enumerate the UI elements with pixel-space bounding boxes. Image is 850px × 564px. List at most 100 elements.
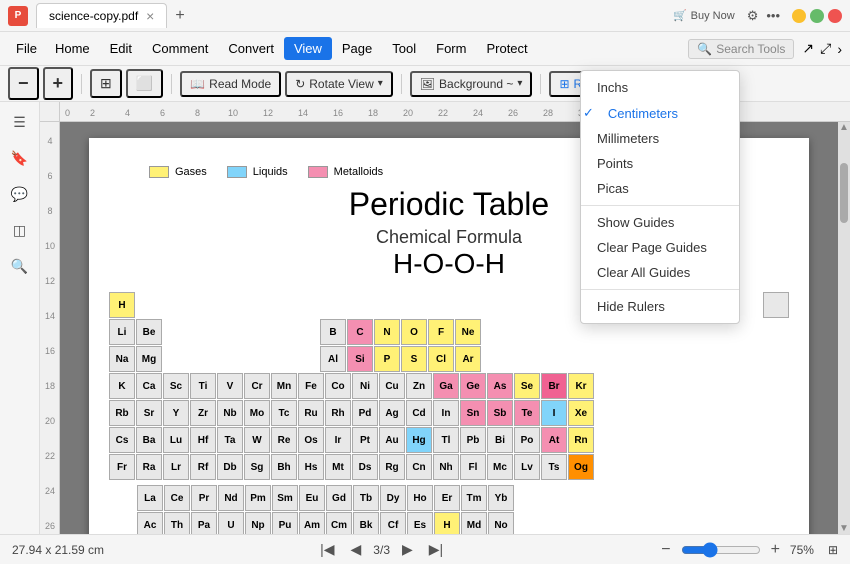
el-sr: Sr (136, 400, 162, 426)
el-fm: H (434, 512, 460, 534)
menu-view[interactable]: View (284, 37, 332, 60)
legend-gases-label: Gases (175, 166, 207, 178)
dd-show-guides[interactable]: Show Guides (581, 210, 739, 235)
fit-page-btn[interactable]: ⊞ (90, 69, 122, 98)
rulers-icon: ⊞ (559, 77, 569, 91)
zoom-out-btn[interactable]: − (8, 67, 39, 100)
zoom-out-status-btn[interactable]: − (659, 541, 672, 559)
scrollbar-vertical[interactable]: ▲ ▼ (838, 122, 850, 534)
legend-gases-color (149, 166, 169, 178)
el-u: U (218, 512, 244, 534)
settings-icon[interactable]: ⚙ (747, 8, 759, 24)
el-lu: Lu (163, 427, 189, 453)
dd-centimeters[interactable]: Centimeters (581, 100, 739, 126)
dd-hide-rulers[interactable]: Hide Rulers (581, 294, 739, 319)
dd-clear-all-guides[interactable]: Clear All Guides (581, 260, 739, 285)
sidebar-bookmark-icon[interactable]: 🔖 (8, 146, 32, 170)
el-w: W (244, 427, 270, 453)
zoom-in-status-btn[interactable]: + (769, 541, 782, 559)
read-mode-btn[interactable]: 📖 Read Mode (180, 71, 281, 97)
svg-text:8: 8 (195, 108, 200, 118)
el-es: Es (407, 512, 433, 534)
menu-protect[interactable]: Protect (476, 37, 537, 60)
el-c: C (347, 319, 373, 345)
dd-millimeters[interactable]: Millimeters (581, 126, 739, 151)
first-page-btn[interactable]: |◀ (316, 541, 338, 558)
el-pd: Pd (352, 400, 378, 426)
new-tab-btn[interactable]: + (175, 7, 184, 25)
next-page-btn[interactable]: ▶ (398, 541, 417, 558)
background-btn[interactable]: 🖼 Background ~ (410, 71, 533, 97)
close-btn[interactable] (828, 9, 842, 23)
rotate-view-btn[interactable]: ↻ Rotate View (285, 71, 393, 97)
tab[interactable]: science-copy.pdf × (36, 3, 167, 28)
el-rg: Rg (379, 454, 405, 480)
el-as: As (487, 373, 513, 399)
dd-picas[interactable]: Picas (581, 176, 739, 201)
expand-icon[interactable]: ⤢ (820, 40, 831, 57)
menu-comment[interactable]: Comment (142, 37, 218, 60)
dd-sep-1 (581, 205, 739, 206)
menu-tool[interactable]: Tool (382, 37, 426, 60)
menu-page[interactable]: Page (332, 37, 382, 60)
el-ce: Ce (164, 485, 190, 511)
svg-text:8: 8 (47, 206, 52, 216)
sidebar-thumbnail-icon[interactable]: ☰ (8, 110, 32, 134)
dd-points[interactable]: Points (581, 151, 739, 176)
el-nh: Nh (433, 454, 459, 480)
svg-text:26: 26 (508, 108, 518, 118)
el-ru: Ru (298, 400, 324, 426)
more-icon[interactable]: ••• (766, 8, 780, 23)
scroll-up-btn[interactable]: ▲ (839, 122, 849, 133)
el-no: No (488, 512, 514, 534)
el-k: K (109, 373, 135, 399)
el-be: Be (136, 319, 162, 345)
el-tc: Tc (271, 400, 297, 426)
menu-convert[interactable]: Convert (218, 37, 284, 60)
el-pu: Pu (272, 512, 298, 534)
search-tools-box[interactable]: 🔍 Search Tools (688, 39, 794, 59)
legend-metalloids-color (308, 166, 328, 178)
el-al: Al (320, 346, 346, 372)
last-page-btn[interactable]: ▶| (425, 541, 447, 558)
el-cf: Cf (380, 512, 406, 534)
el-nd: Nd (218, 485, 244, 511)
zoom-level-label: 75% (790, 543, 814, 557)
sidebar-layers-icon[interactable]: ◫ (8, 218, 32, 242)
menu-form[interactable]: Form (426, 37, 476, 60)
tab-close-btn[interactable]: × (146, 8, 154, 24)
minimize-btn[interactable] (792, 9, 806, 23)
sidebar-search-icon[interactable]: 🔍 (8, 254, 32, 278)
buy-now-btn[interactable]: 🛒 Buy Now (673, 9, 735, 22)
svg-text:24: 24 (473, 108, 483, 118)
svg-text:16: 16 (45, 346, 55, 356)
zoom-fit-btn[interactable]: ⊞ (828, 543, 838, 557)
menu-more-icon[interactable]: › (837, 41, 842, 57)
search-icon: 🔍 (697, 42, 712, 56)
dd-inches[interactable]: Inchs (581, 75, 739, 100)
zoom-slider[interactable] (681, 542, 761, 558)
search-tools-label: Search Tools (716, 42, 785, 56)
menu-edit[interactable]: Edit (100, 37, 142, 60)
scroll-handle[interactable] (840, 163, 848, 223)
svg-text:6: 6 (160, 108, 165, 118)
legend-liquids-color (227, 166, 247, 178)
scroll-down-btn[interactable]: ▼ (839, 523, 849, 534)
el-n: N (374, 319, 400, 345)
el-sm: Sm (272, 485, 298, 511)
zoom-in-btn[interactable]: + (43, 67, 74, 100)
element-He (763, 292, 789, 318)
maximize-btn[interactable] (810, 9, 824, 23)
svg-text:28: 28 (543, 108, 553, 118)
svg-text:10: 10 (45, 241, 55, 251)
dd-clear-page-guides[interactable]: Clear Page Guides (581, 235, 739, 260)
menu-home[interactable]: Home (45, 37, 100, 60)
legend-gases: Gases (149, 166, 207, 178)
external-link-icon[interactable]: ↗ (802, 40, 814, 57)
prev-page-btn[interactable]: ◀ (347, 541, 366, 558)
fit-width-btn[interactable]: ⬜ (126, 69, 163, 98)
el-og: Og (568, 454, 594, 480)
menu-file[interactable]: File (8, 37, 45, 60)
sidebar-comment-icon[interactable]: 💬 (8, 182, 32, 206)
el-i: I (541, 400, 567, 426)
